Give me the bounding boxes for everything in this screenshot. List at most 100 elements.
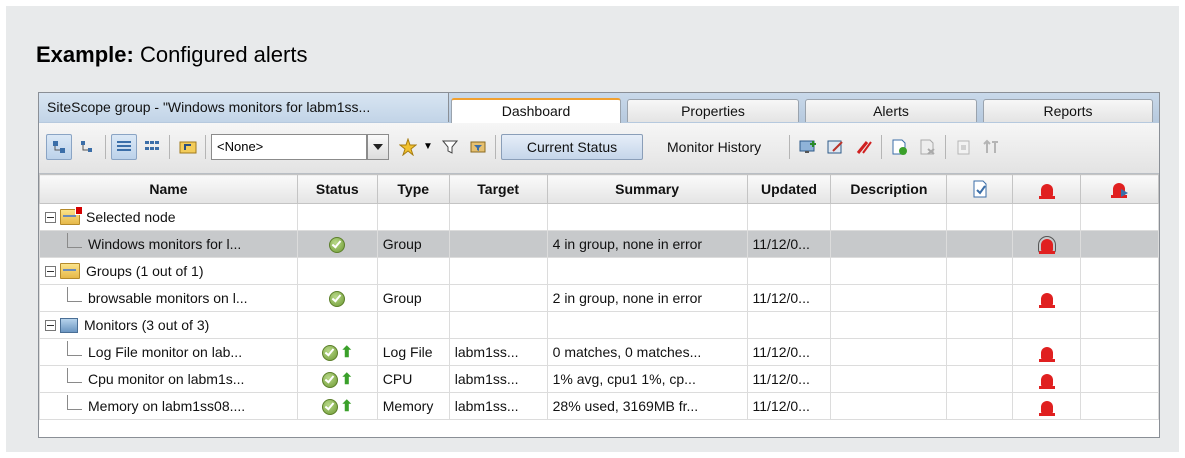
alert-bell-icon xyxy=(1038,374,1055,390)
target-cell xyxy=(448,230,548,258)
clear-filter-button[interactable] xyxy=(465,134,491,160)
tab-dashboard[interactable]: Dashboard xyxy=(451,98,621,123)
target-cell: labm1ss... xyxy=(448,365,548,393)
alert-cell[interactable] xyxy=(1012,338,1082,366)
col-target[interactable]: Target xyxy=(448,174,548,204)
tree-branch xyxy=(67,286,82,302)
summary-cell: 0 matches, 0 matches... xyxy=(546,338,748,366)
table-row[interactable]: Cpu monitor on labm1s... ⬆ CPU labm1ss..… xyxy=(39,365,1159,393)
alert-cell[interactable] xyxy=(1012,365,1082,393)
collapse-icon[interactable] xyxy=(45,319,56,331)
alert-bell-icon xyxy=(1038,293,1055,309)
monitor-history-button[interactable]: Monitor History xyxy=(667,134,761,160)
trend-up-icon: ⬆ xyxy=(340,370,354,388)
row-name: Windows monitors for l... xyxy=(88,236,242,252)
type-cell: Log File xyxy=(376,338,450,366)
details-view-icon xyxy=(117,141,131,151)
toolbar: <None> ▼ Current Status Monitor History xyxy=(39,123,1159,174)
alert-cell[interactable] xyxy=(1012,230,1082,258)
open-folder-button[interactable] xyxy=(175,134,201,160)
monitor-add-icon xyxy=(799,140,816,153)
tree-branch xyxy=(67,394,82,410)
row-name: Cpu monitor on labm1s... xyxy=(88,371,245,387)
table-row[interactable]: Windows monitors for l... Group 4 in gro… xyxy=(39,230,1159,258)
filter-settings-icon xyxy=(470,141,486,153)
group-title: SiteScope group - "Windows monitors for … xyxy=(39,93,449,122)
view-icons-button[interactable] xyxy=(139,134,165,160)
group-folder-icon xyxy=(60,263,80,279)
name-cell[interactable]: Selected node xyxy=(39,203,298,231)
icons-view-icon xyxy=(145,141,159,150)
description-cell xyxy=(830,230,948,258)
disable-icon xyxy=(856,141,872,154)
view-tree-button[interactable] xyxy=(46,134,72,160)
copy-icon xyxy=(957,140,970,155)
tab-strip: SiteScope group - "Windows monitors for … xyxy=(39,93,1159,123)
col-name[interactable]: Name xyxy=(39,174,298,204)
sort-icon xyxy=(983,139,998,153)
new-alert-button[interactable] xyxy=(887,134,913,160)
view-hierarchy-button[interactable] xyxy=(75,134,101,160)
table-row[interactable]: Log File monitor on lab... ⬆ Log File la… xyxy=(39,338,1159,366)
type-cell: Group xyxy=(376,230,450,258)
col-description[interactable]: Description xyxy=(830,174,948,204)
col-updated[interactable]: Updated xyxy=(746,174,832,204)
name-cell[interactable]: browsable monitors on l... xyxy=(39,284,298,312)
group-folder-error-icon xyxy=(60,206,83,225)
disable-monitor-button[interactable] xyxy=(851,134,877,160)
table-row[interactable]: Groups (1 out of 1) xyxy=(39,257,1159,285)
ok-status-icon xyxy=(329,290,346,307)
delete-alert-button[interactable] xyxy=(915,134,941,160)
filter-select[interactable]: <None> xyxy=(211,134,367,160)
favorites-dropdown-icon[interactable]: ▼ xyxy=(423,134,435,160)
name-cell[interactable]: Cpu monitor on labm1s... xyxy=(39,365,298,393)
col-alert-actions[interactable] xyxy=(1080,174,1159,204)
current-status-button[interactable]: Current Status xyxy=(501,134,643,160)
alert-cell[interactable] xyxy=(1012,392,1082,420)
row-name: Memory on labm1ss08.... xyxy=(88,398,246,414)
col-summary[interactable]: Summary xyxy=(546,174,748,204)
col-acknowledge[interactable] xyxy=(946,174,1014,204)
collapse-icon[interactable] xyxy=(45,211,56,223)
ok-status-icon xyxy=(321,344,338,361)
view-details-button[interactable] xyxy=(111,134,137,160)
table-row[interactable]: Selected node xyxy=(39,203,1159,231)
name-cell[interactable]: Monitors (3 out of 3) xyxy=(39,311,298,339)
edit-icon xyxy=(827,140,843,154)
table-row[interactable]: Monitors (3 out of 3) xyxy=(39,311,1159,339)
monitor-table: Name Status Type Target Summary Updated … xyxy=(39,174,1159,420)
table-row[interactable]: browsable monitors on l... Group 2 in gr… xyxy=(39,284,1159,312)
name-cell[interactable]: Memory on labm1ss08.... xyxy=(39,392,298,420)
filter-button[interactable] xyxy=(437,134,463,160)
filter-dropdown-button[interactable] xyxy=(367,134,389,160)
copy-button[interactable] xyxy=(951,134,977,160)
name-cell[interactable]: Log File monitor on lab... xyxy=(39,338,298,366)
target-cell: labm1ss... xyxy=(448,392,548,420)
col-type[interactable]: Type xyxy=(376,174,450,204)
tab-reports[interactable]: Reports xyxy=(983,99,1153,122)
new-monitor-button[interactable] xyxy=(795,134,821,160)
row-name: Groups (1 out of 1) xyxy=(86,263,204,279)
col-status[interactable]: Status xyxy=(296,174,378,204)
favorites-button[interactable] xyxy=(395,134,421,160)
tree-view-icon xyxy=(53,141,65,153)
type-cell: Memory xyxy=(376,392,450,420)
collapse-icon[interactable] xyxy=(45,265,56,277)
example-caption: Example: Configured alerts xyxy=(36,42,307,68)
acknowledge-icon xyxy=(973,180,987,198)
trend-up-icon: ⬆ xyxy=(340,397,354,415)
table-row[interactable]: Memory on labm1ss08.... ⬆ Memory labm1ss… xyxy=(39,392,1159,420)
name-cell[interactable]: Groups (1 out of 1) xyxy=(39,257,298,285)
document-delete-icon xyxy=(920,139,935,155)
sort-button[interactable] xyxy=(979,134,1005,160)
updated-cell: 11/12/0... xyxy=(746,338,832,366)
edit-monitor-button[interactable] xyxy=(823,134,849,160)
col-alerts[interactable] xyxy=(1012,174,1082,204)
tab-properties[interactable]: Properties xyxy=(627,99,799,122)
tab-alerts[interactable]: Alerts xyxy=(805,99,977,122)
description-cell xyxy=(830,365,948,393)
ok-status-icon xyxy=(321,371,338,388)
alert-cell[interactable] xyxy=(1012,284,1082,312)
ok-status-icon xyxy=(329,236,346,253)
name-cell[interactable]: Windows monitors for l... xyxy=(39,230,298,258)
